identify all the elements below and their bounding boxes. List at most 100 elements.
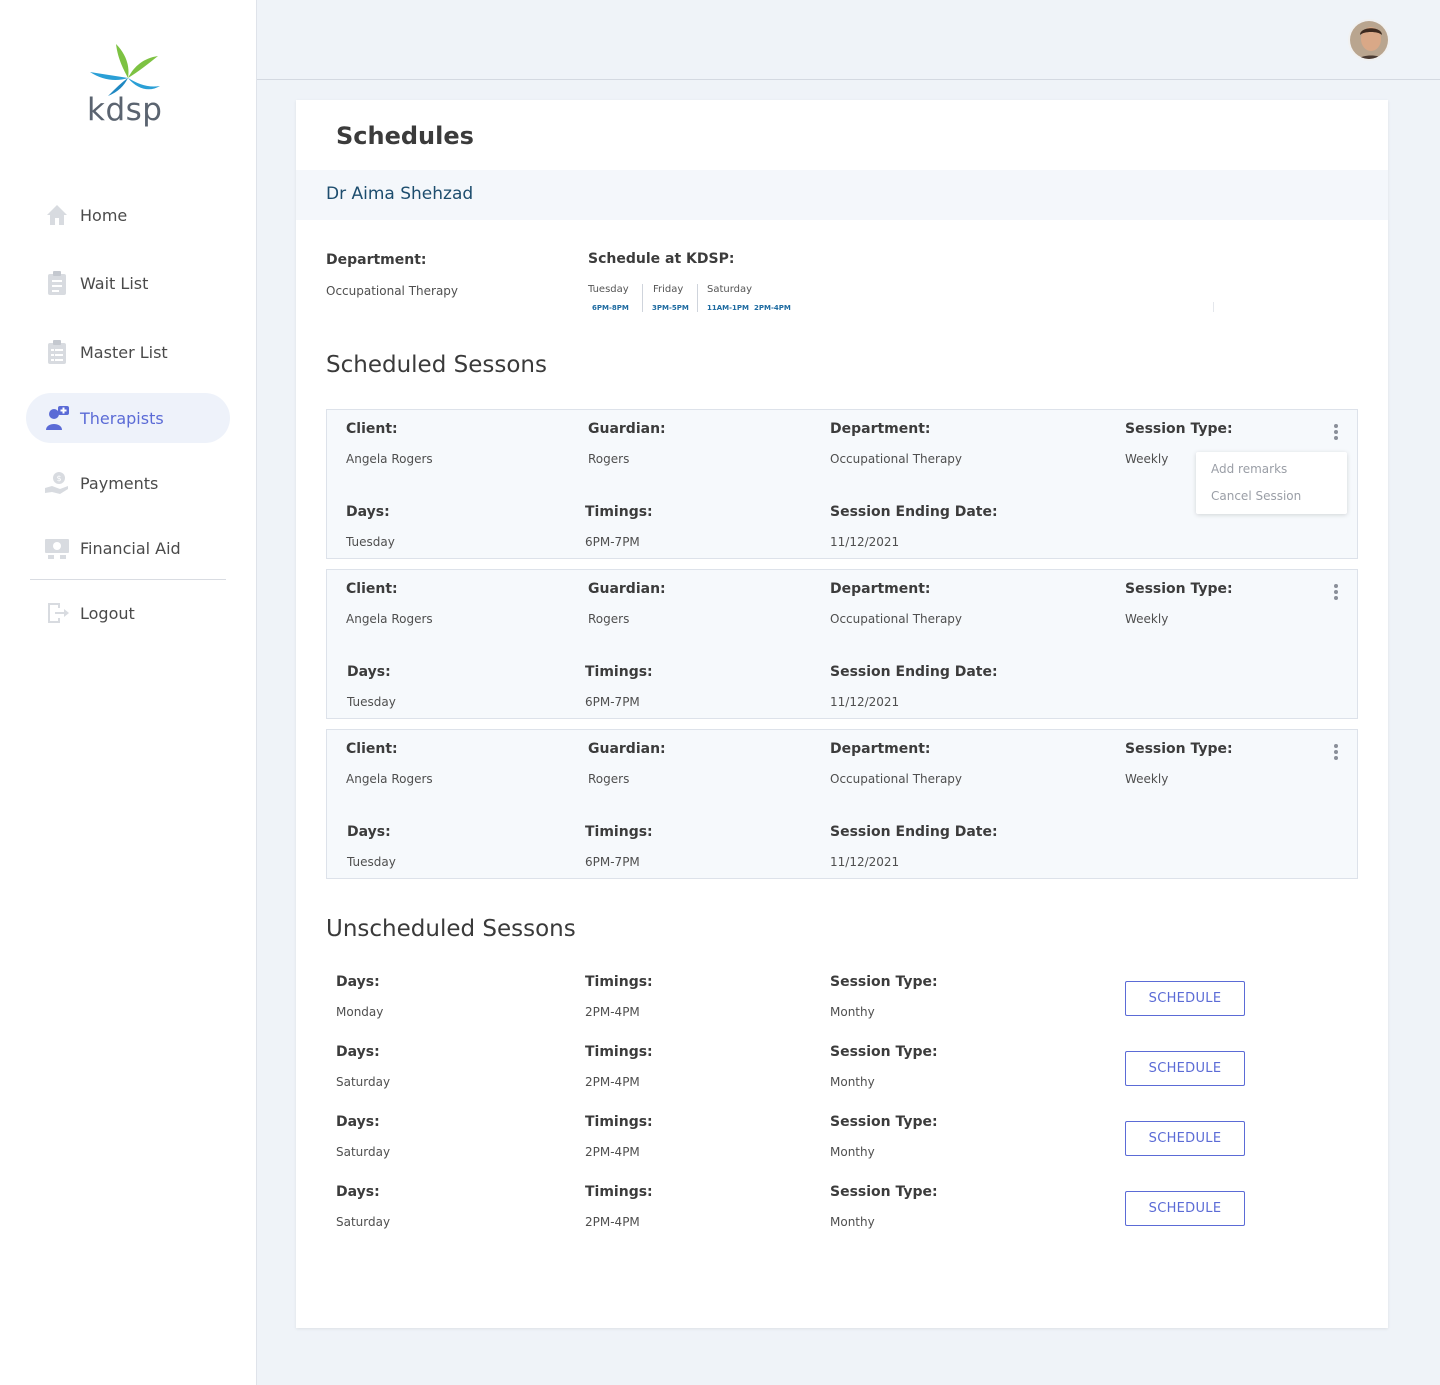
schedule-button[interactable]: SCHEDULE xyxy=(1125,981,1245,1016)
schedule-time: 3PM-5PM xyxy=(652,304,689,312)
home-icon xyxy=(47,205,67,225)
session-type-value: Weekly xyxy=(1125,772,1169,786)
client-label: Client: xyxy=(346,741,398,757)
schedule-separator xyxy=(642,284,643,312)
session-type-label: Session Type: xyxy=(830,1044,938,1060)
brand-name: kdsp xyxy=(87,92,163,128)
session-type-value: Weekly xyxy=(1125,612,1169,626)
session-type-label: Session Type: xyxy=(830,1184,938,1200)
sidebar-item-payments[interactable]: $ Payments xyxy=(26,458,230,508)
sidebar-item-label: Home xyxy=(80,205,128,225)
sidebar-item-home[interactable]: Home xyxy=(26,190,230,240)
sidebar-item-label: Wait List xyxy=(80,273,149,293)
days-label: Days: xyxy=(336,1044,380,1060)
session-type-label: Session Type: xyxy=(830,974,938,990)
days-value: Monday xyxy=(336,1005,384,1019)
days-label: Days: xyxy=(336,974,380,990)
schedule-button[interactable]: SCHEDULE xyxy=(1125,1051,1245,1086)
schedule-button[interactable]: SCHEDULE xyxy=(1125,1191,1245,1226)
timings-label: Timings: xyxy=(585,1114,653,1130)
sidebar-item-master-list[interactable]: Master List xyxy=(26,327,230,377)
sidebar-item-label: Payments xyxy=(80,473,159,493)
department-label: Department: xyxy=(830,421,931,437)
sidebar-item-label: Logout xyxy=(80,603,135,623)
guardian-value: Rogers xyxy=(588,612,630,626)
session-options-menu: Add remarks Cancel Session xyxy=(1196,452,1347,514)
timings-value: 6PM-7PM xyxy=(585,535,640,549)
top-bar xyxy=(257,0,1440,80)
days-value: Saturday xyxy=(336,1075,391,1089)
more-options-icon[interactable] xyxy=(1333,584,1339,602)
more-options-icon[interactable] xyxy=(1333,424,1339,442)
sidebar-item-logout[interactable]: Logout xyxy=(26,588,230,638)
department-label: Department: xyxy=(830,741,931,757)
days-value: Saturday xyxy=(336,1145,391,1159)
schedule-label: Schedule at KDSP: xyxy=(588,251,735,267)
schedule-separator xyxy=(697,284,698,312)
checklist-icon xyxy=(48,340,66,364)
ending-date-label: Session Ending Date: xyxy=(830,664,998,680)
schedule-day: Friday xyxy=(653,284,684,295)
ending-date-value: 11/12/2021 xyxy=(830,695,900,709)
sidebar-item-wait-list[interactable]: Wait List xyxy=(26,258,230,308)
days-value: Tuesday xyxy=(346,535,395,549)
session-type-label: Session Type: xyxy=(1125,741,1233,757)
department-value: Occupational Therapy xyxy=(830,452,963,466)
ending-date-label: Session Ending Date: xyxy=(830,504,998,520)
cancel-session-menu-item[interactable]: Cancel Session xyxy=(1211,489,1301,503)
guardian-label: Guardian: xyxy=(588,421,666,437)
days-label: Days: xyxy=(336,1114,380,1130)
doctor-header: Dr Aima Shehzad xyxy=(296,170,1388,220)
unscheduled-sessions-title: Unscheduled Sessons xyxy=(326,916,576,942)
sidebar-divider xyxy=(30,579,226,580)
financial-aid-icon xyxy=(45,539,69,559)
days-label: Days: xyxy=(347,664,391,680)
ending-date-value: 11/12/2021 xyxy=(830,535,900,549)
department-label: Department: xyxy=(326,252,427,268)
user-avatar[interactable] xyxy=(1348,19,1390,61)
client-label: Client: xyxy=(346,581,398,597)
timings-label: Timings: xyxy=(585,664,653,680)
session-type-value: Monthy xyxy=(830,1005,875,1019)
client-value: Angela Rogers xyxy=(346,452,433,466)
client-value: Angela Rogers xyxy=(346,772,433,786)
session-type-label: Session Type: xyxy=(1125,581,1233,597)
sidebar-item-label: Therapists xyxy=(80,408,164,428)
schedule-time: 11AM-1PM xyxy=(707,304,749,312)
logout-icon xyxy=(48,603,69,623)
days-label: Days: xyxy=(336,1184,380,1200)
doctor-name: Dr Aima Shehzad xyxy=(326,184,474,204)
days-label: Days: xyxy=(346,504,390,520)
more-options-icon[interactable] xyxy=(1333,744,1339,762)
timings-value: 2PM-4PM xyxy=(585,1075,640,1089)
client-value: Angela Rogers xyxy=(346,612,433,626)
timings-label: Timings: xyxy=(585,504,653,520)
days-value: Tuesday xyxy=(347,855,396,869)
session-type-value: Monthy xyxy=(830,1145,875,1159)
sidebar-item-label: Master List xyxy=(80,342,168,362)
department-value: Occupational Therapy xyxy=(830,612,963,626)
session-type-value: Monthy xyxy=(830,1075,875,1089)
guardian-value: Rogers xyxy=(588,452,630,466)
guardian-label: Guardian: xyxy=(588,581,666,597)
svg-text:$: $ xyxy=(56,474,61,483)
session-card: Client: Angela Rogers Guardian: Rogers D… xyxy=(326,409,1358,559)
timings-label: Timings: xyxy=(585,1184,653,1200)
session-type-label: Session Type: xyxy=(1125,421,1233,437)
ending-date-value: 11/12/2021 xyxy=(830,855,900,869)
session-card: Client: Angela Rogers Guardian: Rogers D… xyxy=(326,569,1358,719)
department-value: Occupational Therapy xyxy=(830,772,963,786)
days-label: Days: xyxy=(347,824,391,840)
add-remarks-menu-item[interactable]: Add remarks xyxy=(1211,462,1287,476)
department-value: Occupational Therapy xyxy=(326,284,459,298)
schedule-day: Saturday xyxy=(707,284,753,295)
schedule-button[interactable]: SCHEDULE xyxy=(1125,1121,1245,1156)
timings-label: Timings: xyxy=(585,824,653,840)
department-label: Department: xyxy=(830,581,931,597)
days-value: Tuesday xyxy=(347,695,396,709)
sidebar-item-therapists[interactable]: Therapists xyxy=(26,393,230,443)
sidebar-item-financial-aid[interactable]: Financial Aid xyxy=(26,523,230,573)
timings-value: 2PM-4PM xyxy=(585,1005,640,1019)
timings-label: Timings: xyxy=(585,1044,653,1060)
session-type-label: Session Type: xyxy=(830,1114,938,1130)
